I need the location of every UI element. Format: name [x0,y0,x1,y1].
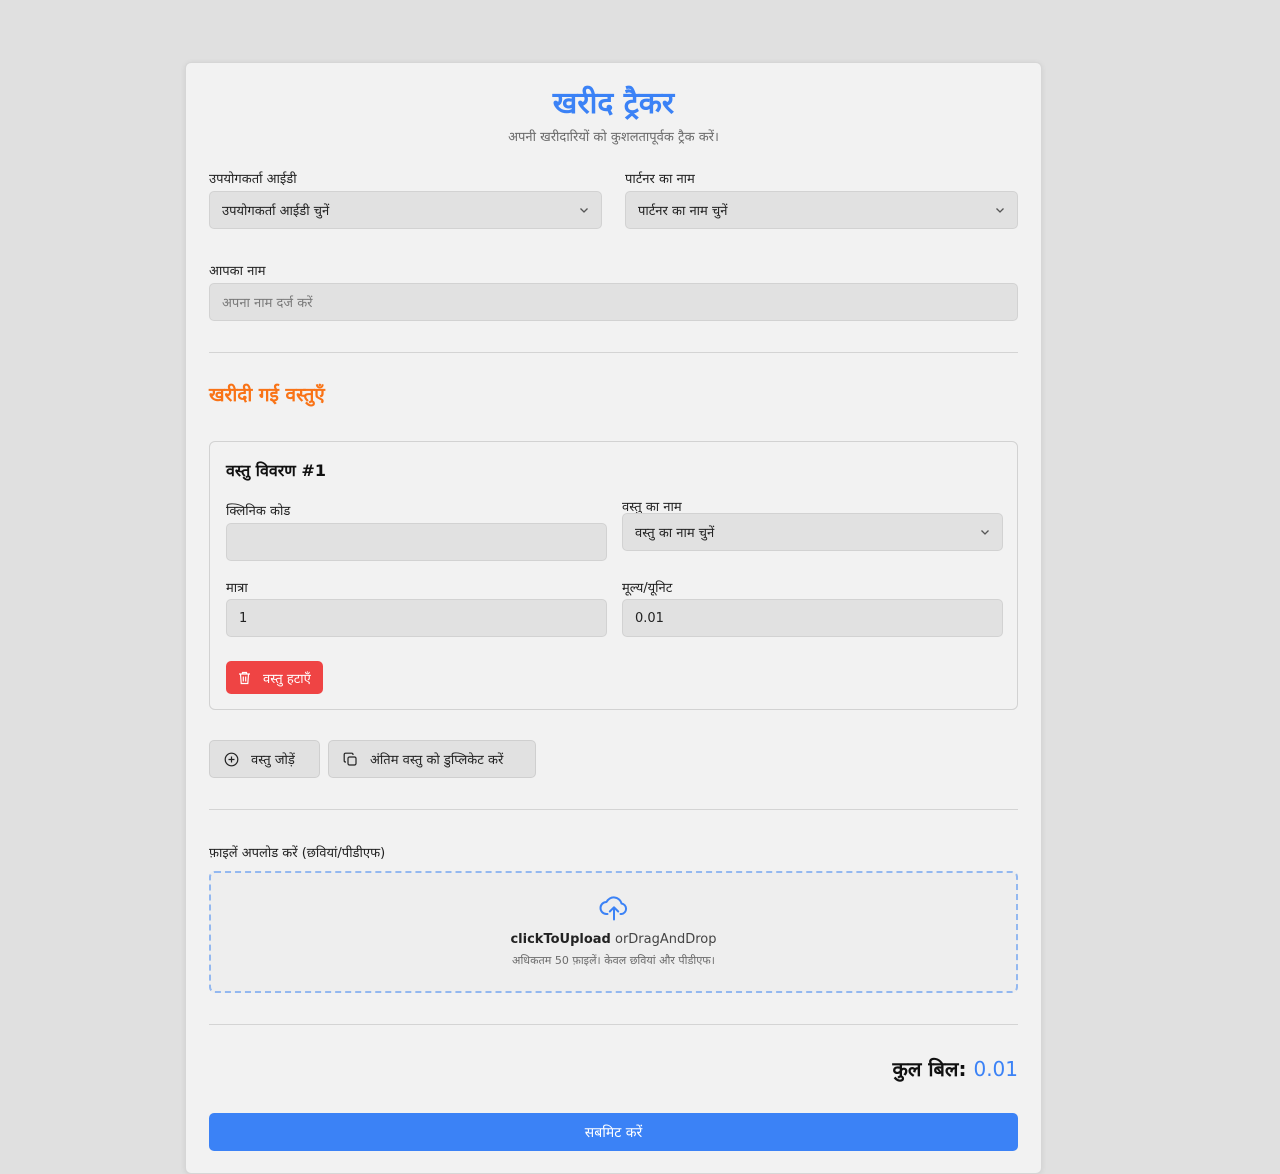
duplicate-last-item-button[interactable]: अंतिम वस्तु को डुप्लिकेट करें [328,740,536,778]
upload-drag-text: orDragAndDrop [614,932,717,947]
user-id-label: उपयोगकर्ता आईडी [209,172,297,187]
file-upload-dropzone[interactable]: clickToUpload orDragAndDrop अधिकतम 50 फ़… [209,871,1018,993]
partner-select-value: पार्टनर का नाम चुनें [638,204,728,219]
total-bill-label: कुल बिल: [892,1057,967,1081]
item-card: वस्तु विवरण #1 क्लिनिक कोड वस्तु का नाम … [209,441,1018,710]
user-id-select[interactable]: उपयोगकर्ता आईडी चुनें [209,191,602,229]
upload-click-text[interactable]: clickToUpload [510,932,610,947]
copy-icon [343,752,357,766]
price-per-unit-label: मूल्य/यूनिट [622,581,673,596]
total-bill-value: 0.01 [973,1057,1018,1081]
cloud-upload-icon [599,896,628,921]
price-per-unit-input[interactable]: 0.01 [622,599,1003,637]
submit-button[interactable]: सबमिट करें [209,1113,1018,1151]
trash-icon [239,671,250,684]
plus-circle-icon [224,752,239,766]
page-title: खरीद ट्रैकर [552,86,675,121]
upload-hint: अधिकतम 50 फ़ाइलें। केवल छवियां और पीडीएफ… [512,954,715,967]
purchase-form-card: खरीद ट्रैकर अपनी खरीदारियों को कुशलतापूर… [185,62,1042,1174]
item-name-select-value: वस्तु का नाम चुनें [635,526,715,541]
add-item-button[interactable]: वस्तु जोड़ें [209,740,320,778]
divider [209,352,1018,353]
remove-item-label: वस्तु हटाएँ [263,671,311,687]
your-name-label: आपका नाम [209,264,266,279]
items-section-title: खरीदी गई वस्तुएँ [209,384,325,406]
quantity-label: मात्रा [226,581,248,596]
item-name-select[interactable]: वस्तु का नाम चुनें [622,513,1003,551]
chevron-down-icon [580,208,588,213]
your-name-input[interactable]: अपना नाम दर्ज करें [209,283,1018,321]
remove-item-button[interactable]: वस्तु हटाएँ [226,661,323,694]
clinic-code-input[interactable] [226,523,607,561]
chevron-down-icon [981,530,989,535]
user-id-select-value: उपयोगकर्ता आईडी चुनें [222,204,330,219]
total-bill: कुल बिल: 0.01 [209,1055,1018,1082]
duplicate-last-item-label: अंतिम वस्तु को डुप्लिकेट करें [370,753,504,768]
partner-select[interactable]: पार्टनर का नाम चुनें [625,191,1018,229]
page-subtitle: अपनी खरीदारियों को कुशलतापूर्वक ट्रैक कर… [508,130,719,145]
quantity-input[interactable]: 1 [226,599,607,637]
divider [209,809,1018,810]
partner-label: पार्टनर का नाम [625,172,695,187]
upload-instruction: clickToUpload orDragAndDrop [211,932,1016,947]
add-item-label: वस्तु जोड़ें [251,753,295,768]
submit-label: सबमिट करें [584,1124,643,1141]
item-heading: वस्तु विवरण #1 [226,461,326,480]
clinic-code-label: क्लिनिक कोड [226,504,291,519]
chevron-down-icon [996,208,1004,213]
divider [209,1024,1018,1025]
upload-label: फ़ाइलें अपलोड करें (छवियां/पीडीएफ) [209,846,386,861]
